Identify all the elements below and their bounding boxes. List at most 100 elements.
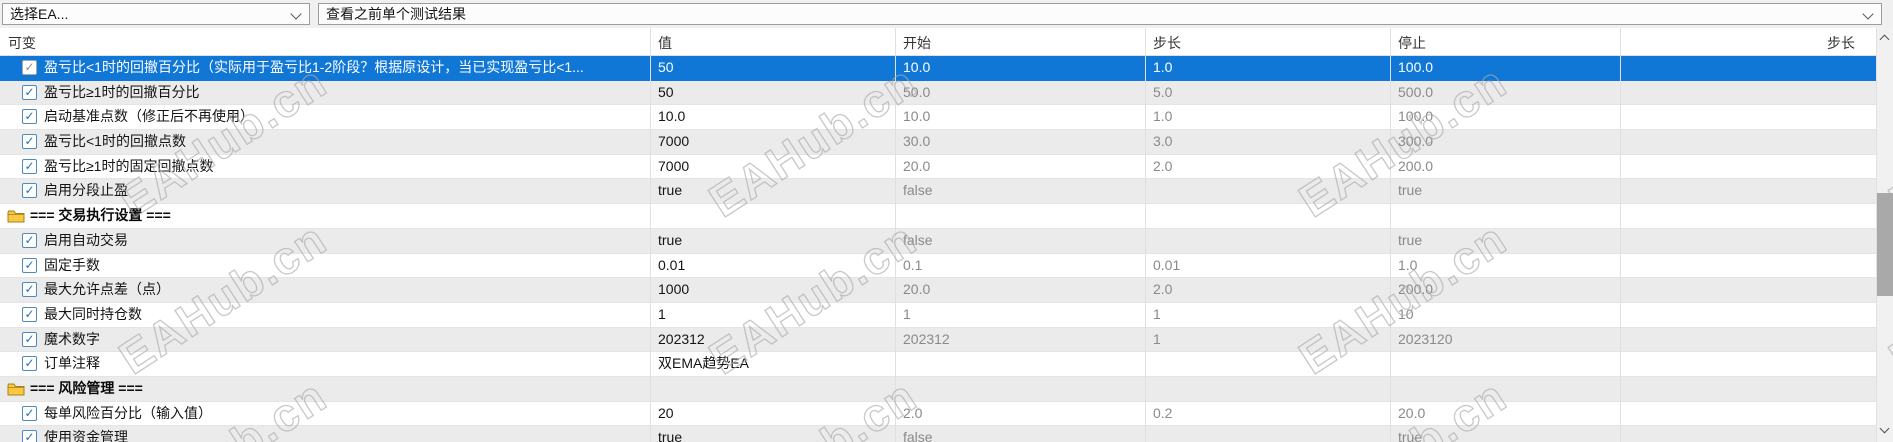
start-cell: 20.0 — [903, 281, 931, 298]
row-checkbox[interactable]: ✓ — [22, 60, 37, 75]
vertical-scrollbar[interactable] — [1877, 28, 1893, 442]
param-name: 每单风险百分比（输入值） — [44, 404, 212, 421]
column-header[interactable]: 停止 — [1398, 34, 1426, 52]
scroll-down-button[interactable] — [1877, 422, 1893, 440]
step-cell: 2.0 — [1153, 157, 1173, 174]
table-row[interactable]: ✓ 盈亏比<1时的回撤百分比（实际用于盈亏比1-2阶段？根据原设计，当已实现盈亏比… — [0, 56, 1877, 81]
value-cell: true — [658, 231, 683, 248]
table-row[interactable]: ✓ 订单注释 双EMA趋势EA — [0, 352, 1877, 377]
table-row[interactable]: ✓ 启用分段止盈 true false true — [0, 179, 1877, 205]
stop-cell: 100.0 — [1398, 108, 1434, 125]
row-checkbox[interactable]: ✓ — [22, 158, 37, 174]
table-row[interactable]: ✓ 盈亏比<1时的回撤点数 7000 30.0 3.0 300.0 — [0, 130, 1877, 155]
stop-cell: 100.0 — [1398, 59, 1434, 75]
param-name: 最大允许点差（点） — [44, 281, 170, 298]
value-cell: 202312 — [658, 330, 705, 347]
value-cell: 10.0 — [658, 108, 686, 125]
row-checkbox[interactable]: ✓ — [22, 356, 37, 372]
table-row[interactable]: ✓ 启动基准点数（修正后不再使用） 10.0 10.0 1.0 100.0 — [0, 105, 1877, 131]
step-cell: 1 — [1153, 330, 1161, 347]
row-checkbox[interactable]: ✓ — [22, 405, 37, 421]
start-cell: 2.0 — [903, 404, 923, 421]
value-cell: 0.01 — [658, 256, 686, 273]
param-name: 盈亏比<1时的回撤点数 — [44, 133, 186, 150]
param-name: 盈亏比<1时的回撤百分比（实际用于盈亏比1-2阶段？根据原设计，当已实现盈亏比<… — [44, 59, 584, 75]
stop-cell: 20.0 — [1398, 404, 1426, 421]
column-header[interactable]: 开始 — [903, 34, 931, 52]
stop-cell: 200.0 — [1398, 281, 1434, 298]
row-checkbox[interactable]: ✓ — [22, 257, 37, 273]
table-row[interactable]: ✓ 盈亏比≥1时的回撤百分比 50 50.0 5.0 500.0 — [0, 80, 1877, 106]
stop-cell: true — [1398, 182, 1423, 199]
row-checkbox[interactable]: ✓ — [22, 183, 37, 199]
chevron-down-icon — [290, 8, 302, 20]
start-cell: 50.0 — [903, 83, 931, 100]
row-checkbox[interactable]: ✓ — [22, 232, 37, 248]
table-row[interactable]: ✓ 魔术数字 202312 202312 1 2023120 — [0, 327, 1877, 353]
param-name: 最大同时持仓数 — [44, 305, 142, 322]
column-header[interactable]: 值 — [658, 34, 672, 52]
step-cell: 2.0 — [1153, 281, 1173, 298]
param-name: 盈亏比≥1时的固定回撤点数 — [44, 157, 214, 174]
param-name: 启用分段止盈 — [44, 182, 128, 199]
row-checkbox[interactable]: ✓ — [22, 430, 37, 442]
table-header-row: 可变 值 开始 步长 停止 步长 — [0, 28, 1877, 56]
table-row[interactable]: ✓ 每单风险百分比（输入值） 20 2.0 0.2 20.0 — [0, 401, 1877, 427]
parameter-rows: ✓ 盈亏比<1时的回撤百分比（实际用于盈亏比1-2阶段？根据原设计，当已实现盈亏比… — [0, 56, 1877, 442]
scrollbar-thumb[interactable] — [1877, 193, 1893, 296]
view-previous-result-combobox[interactable]: 查看之前单个测试结果 — [318, 3, 1882, 25]
row-checkbox[interactable]: ✓ — [22, 109, 37, 125]
table-row[interactable]: ✓ 固定手数 0.01 0.1 0.01 1.0 — [0, 253, 1877, 279]
row-checkbox[interactable]: ✓ — [22, 134, 37, 150]
column-header[interactable]: 步长 — [1153, 34, 1181, 52]
start-cell: false — [903, 429, 933, 442]
param-name: 魔术数字 — [44, 330, 100, 347]
step-cell: 0.2 — [1153, 404, 1173, 421]
step-cell: 0.01 — [1153, 256, 1181, 273]
chevron-up-icon — [1879, 34, 1890, 45]
value-cell: 50 — [658, 59, 674, 75]
value-cell: 50 — [658, 83, 674, 100]
chevron-down-icon — [1862, 8, 1874, 20]
row-checkbox[interactable]: ✓ — [22, 84, 37, 100]
column-header[interactable]: 步长 — [1827, 34, 1855, 52]
table-row[interactable]: ✓ 启用自动交易 true false true — [0, 228, 1877, 254]
start-cell: false — [903, 231, 933, 248]
group-row[interactable]: === 风险管理 === — [0, 376, 1877, 402]
table-row[interactable]: ✓ 盈亏比≥1时的固定回撤点数 7000 20.0 2.0 200.0 — [0, 154, 1877, 180]
row-checkbox[interactable]: ✓ — [22, 306, 37, 322]
param-name: 启用自动交易 — [44, 231, 128, 248]
row-checkbox[interactable]: ✓ — [22, 331, 37, 347]
table-row[interactable]: ✓ 使用资金管理 true false true — [0, 426, 1877, 442]
param-name: 固定手数 — [44, 256, 100, 273]
stop-cell: true — [1398, 231, 1423, 248]
value-cell: 1 — [658, 305, 666, 322]
value-cell: 7000 — [658, 157, 690, 174]
ea-selector-combobox[interactable]: 选择EA... — [2, 3, 310, 25]
value-cell: 双EMA趋势EA — [658, 355, 750, 372]
value-cell: 20 — [658, 404, 674, 421]
view-previous-result-label: 查看之前单个测试结果 — [326, 6, 466, 22]
step-cell: 3.0 — [1153, 133, 1173, 150]
scroll-up-button[interactable] — [1877, 30, 1893, 48]
start-cell: 1 — [903, 305, 911, 322]
group-label: === 交易执行设置 === — [30, 207, 171, 224]
optimization-parameters-panel: 选择EA... 查看之前单个测试结果 可变 值 开始 步长 停止 步长 ✓ 盈亏比<1时的回… — [0, 0, 1893, 442]
chevron-down-icon — [1879, 423, 1890, 434]
row-checkbox[interactable]: ✓ — [22, 282, 37, 298]
group-label: === 风险管理 === — [30, 379, 143, 396]
start-cell: false — [903, 182, 933, 199]
table-row[interactable]: ✓ 最大允许点差（点） 1000 20.0 2.0 200.0 — [0, 278, 1877, 303]
group-row[interactable]: === 交易执行设置 === — [0, 204, 1877, 229]
start-cell: 20.0 — [903, 157, 931, 174]
step-cell: 5.0 — [1153, 83, 1173, 100]
param-name: 盈亏比≥1时的回撤百分比 — [44, 83, 200, 100]
folder-icon — [7, 209, 25, 223]
stop-cell: 200.0 — [1398, 157, 1434, 174]
param-name: 启动基准点数（修正后不再使用） — [44, 108, 254, 125]
value-cell: true — [658, 182, 683, 199]
table-row[interactable]: ✓ 最大同时持仓数 1 1 1 10 — [0, 302, 1877, 328]
column-header[interactable]: 可变 — [8, 34, 36, 52]
start-cell: 10.0 — [903, 59, 931, 75]
folder-icon — [7, 382, 25, 396]
